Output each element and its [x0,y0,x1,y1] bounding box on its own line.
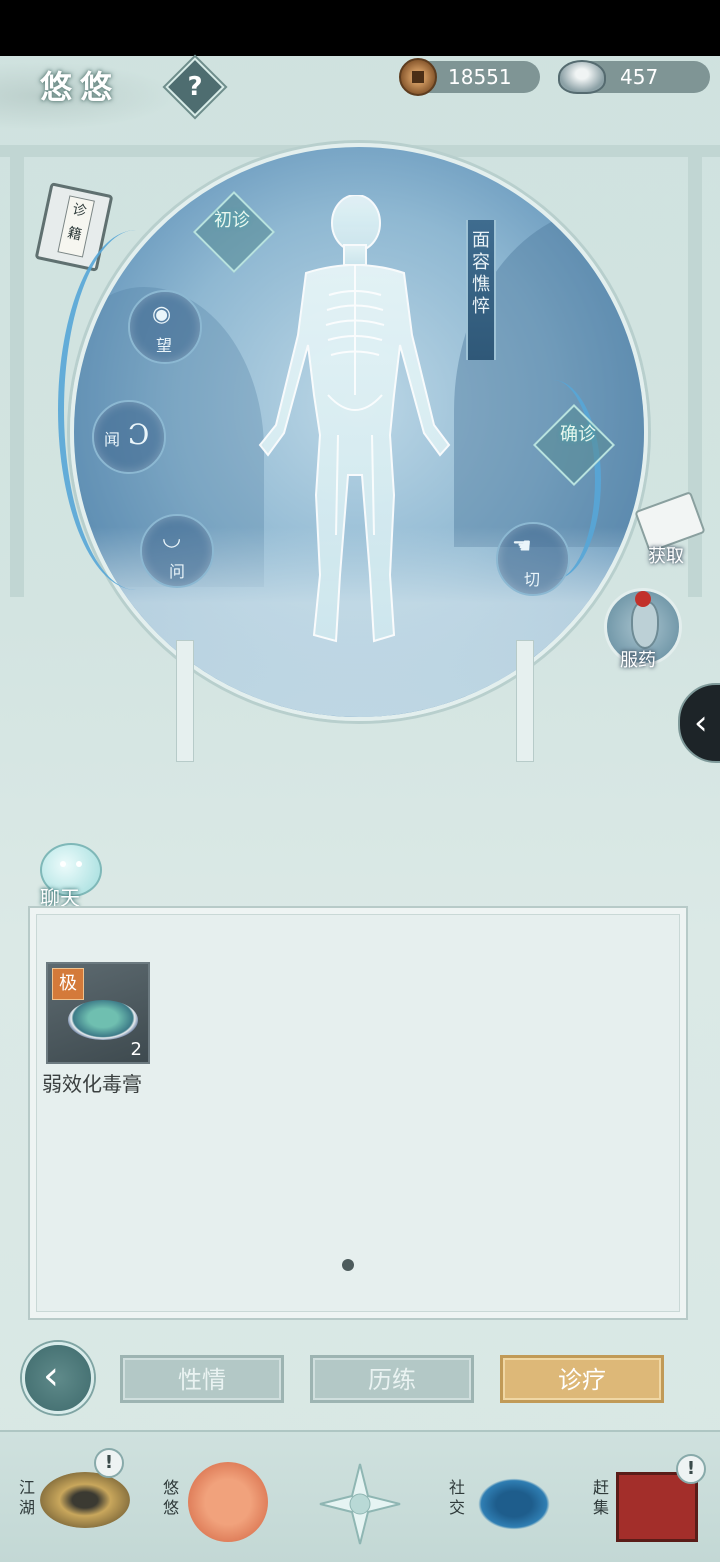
ointment-jar-icon [68,1000,138,1040]
page-indicator-dot[interactable] [342,1259,354,1271]
nav-jianghu-label: 江湖 [18,1478,35,1517]
ear-icon: Ɔ [128,418,150,451]
inventory-item[interactable]: 极 2 [46,962,150,1064]
medicine-bottle-icon [631,601,659,649]
item-count: 2 [130,1039,142,1060]
method-look-button[interactable]: ◉ 望 [128,290,202,364]
item-grade-badge: 极 [52,968,84,1000]
nav-market[interactable]: 赶集 ! [590,1448,715,1548]
tab-training[interactable]: 历练 [310,1355,474,1403]
gate-pillar-left [10,157,24,597]
human-body-figure [258,195,451,643]
chevron-left-icon: ‹ [694,703,708,743]
item-name: 弱效化毒膏 [42,1072,142,1096]
lips-icon: ◡ [162,526,182,551]
symptom-label: 面容憔悴 [466,220,496,360]
copper-amount: 18551 [448,65,512,89]
method-ask-label: 问 [169,562,186,581]
nav-social[interactable]: 社交 [446,1448,566,1548]
method-pulse-label: 切 [524,570,541,589]
method-look-label: 望 [156,336,173,355]
tab-personality[interactable]: 性情 [120,1355,284,1403]
hand-icon: ☚ [512,534,532,559]
tab-treatment[interactable]: 诊疗 [500,1355,664,1403]
silver-ingot-icon [558,60,606,94]
swallow-bird-icon [188,1462,268,1542]
home-star-button[interactable] [318,1462,402,1546]
nav-jianghu[interactable]: 江湖 ! [12,1448,137,1548]
nav-jianghu-alert-icon: ! [94,1448,124,1478]
back-button[interactable]: ‹ [22,1342,94,1414]
character-name: 悠悠 [40,68,121,106]
nav-social-label: 社交 [448,1478,465,1517]
eye-icon: ◉ [152,302,172,327]
copper-coin-icon [399,58,437,96]
collapse-panel-button[interactable]: ‹ [678,683,720,763]
nav-market-label: 赶集 [592,1478,609,1517]
back-arrow-icon: ‹ [43,1353,59,1399]
method-ask-button[interactable]: ◡ 问 [140,514,214,588]
nav-youyou[interactable]: 悠悠 [158,1448,278,1548]
help-icon: ? [187,72,203,102]
method-pulse-button[interactable]: ☚ 切 [496,522,570,596]
silver-amount: 457 [620,65,659,89]
status-bar [0,0,720,56]
diagnosis-book-label: 诊籍 [57,195,95,258]
nav-market-alert-icon: ! [676,1454,706,1484]
pedestal-leg-left [176,640,194,762]
pedestal-leg-right [516,640,534,762]
take-medicine-label: 服药 [620,650,656,671]
nav-youyou-label: 悠悠 [162,1478,179,1517]
bottle-cap [635,591,651,607]
straw-hat-icon [40,1472,130,1528]
obtain-label: 获取 [648,546,684,567]
initial-diagnosis-label: 初诊 [214,210,250,231]
method-listen-button[interactable]: 闻 Ɔ [92,400,166,474]
wave-cups-icon [472,1474,556,1534]
method-listen-label: 闻 [104,430,121,449]
confirm-diagnosis-label: 确诊 [560,424,596,445]
